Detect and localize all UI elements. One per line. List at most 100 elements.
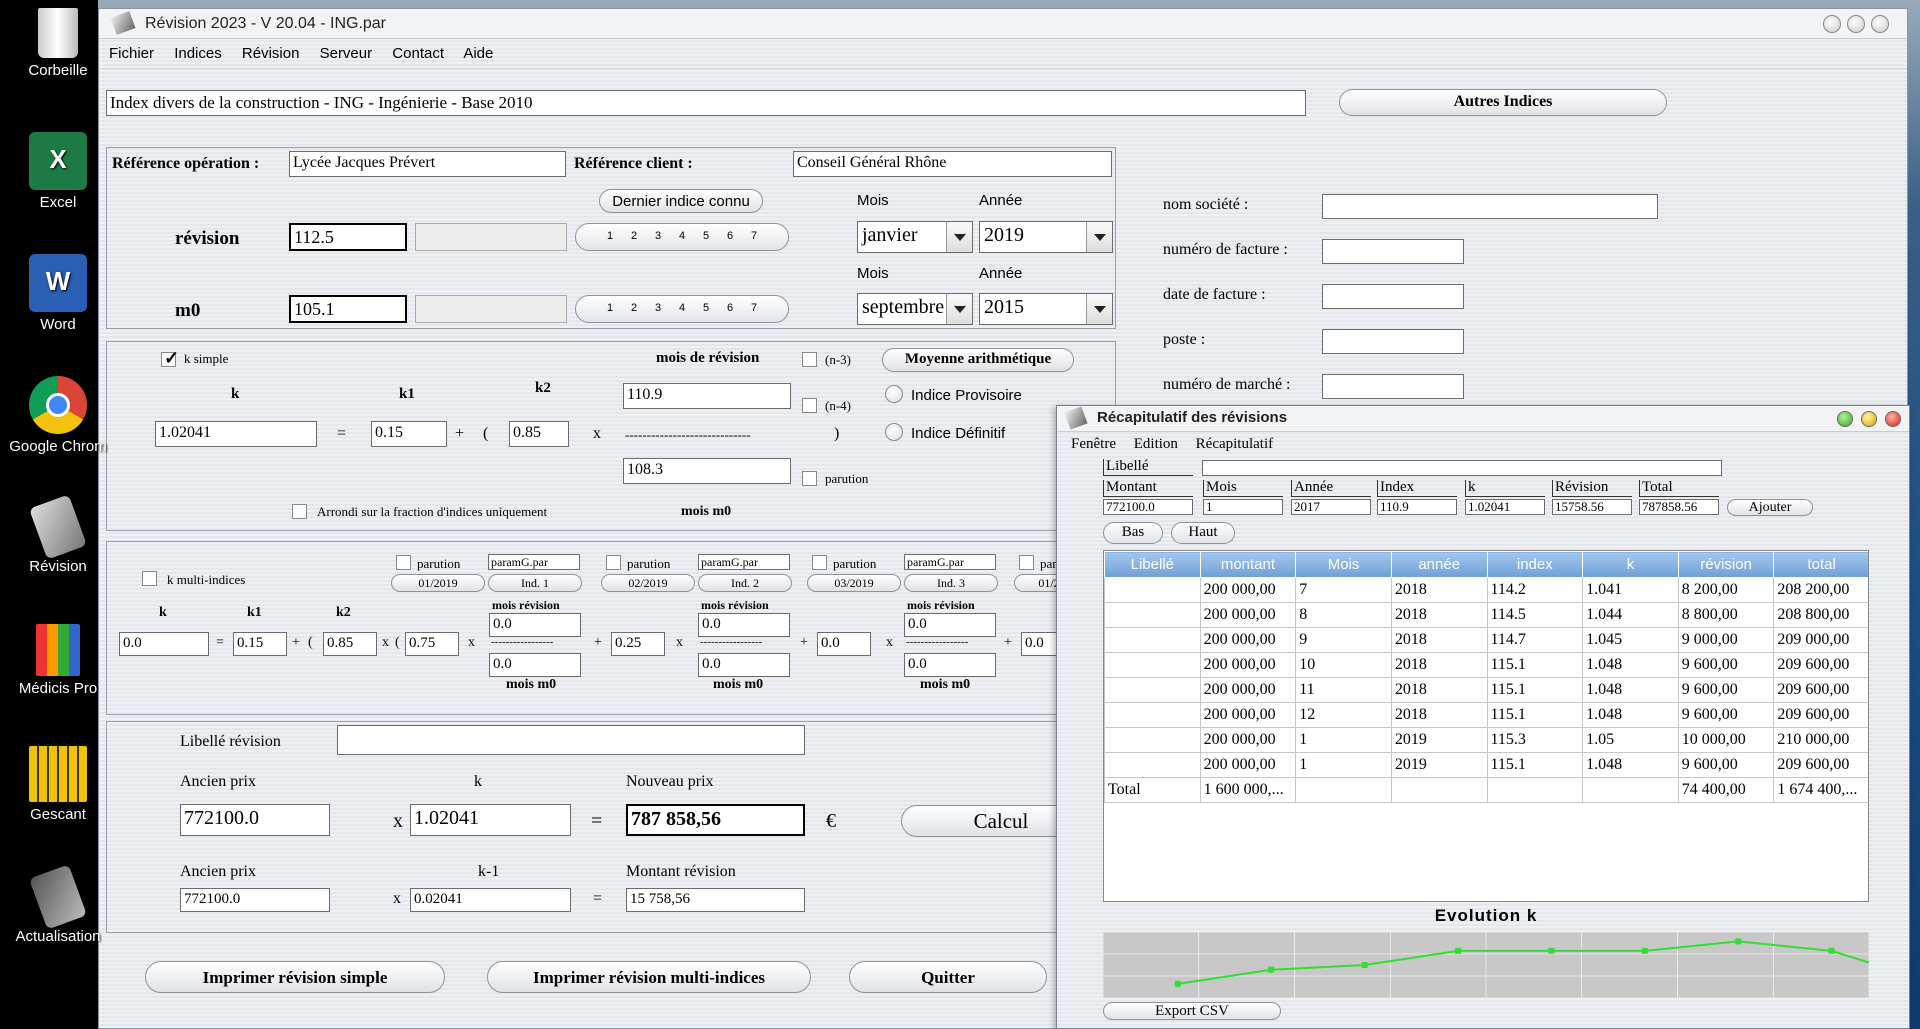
entry-annee-input[interactable]: 2017	[1291, 499, 1371, 515]
parution-2-checkbox[interactable]	[606, 555, 621, 570]
ancien-prix-input[interactable]: 772100.0	[180, 804, 330, 836]
date-1-button[interactable]: 01/2019	[391, 574, 485, 592]
desktop-icon-chrome[interactable]: Google Chrom	[0, 376, 118, 455]
dernier-indice-button[interactable]: Dernier indice connu	[599, 189, 763, 213]
multi-rev-2-input[interactable]: 0.0	[698, 613, 790, 637]
chevron-down-icon[interactable]	[1086, 222, 1112, 252]
recap-minimize-button[interactable]	[1837, 411, 1853, 427]
digit-7[interactable]: 7	[746, 227, 762, 247]
digit-3[interactable]: 3	[650, 299, 666, 319]
index-revision-input[interactable]: 110.9	[623, 383, 791, 409]
param-1-field[interactable]: paramG.par	[488, 554, 580, 570]
haut-button[interactable]: Haut	[1171, 522, 1235, 544]
k2-input[interactable]: 0.85	[509, 421, 569, 447]
chevron-down-icon[interactable]	[1086, 294, 1112, 324]
entry-total-input[interactable]: 787858.56	[1639, 499, 1719, 515]
libelle-revision-input[interactable]	[337, 725, 805, 755]
multi-c2-input[interactable]: 0.25	[611, 632, 665, 656]
recap-menu-fenetre[interactable]: Fenêtre	[1071, 436, 1116, 452]
recap-maximize-button[interactable]	[1861, 411, 1877, 427]
export-csv-button[interactable]: Export CSV	[1103, 1002, 1281, 1020]
col-mois[interactable]: Mois	[1295, 551, 1392, 578]
multi-m0-1-input[interactable]: 0.0	[489, 653, 581, 677]
col-annee[interactable]: année	[1390, 551, 1488, 578]
multi-c1-input[interactable]: 0.75	[405, 632, 459, 656]
digit-6[interactable]: 6	[722, 227, 738, 247]
n3-checkbox[interactable]	[802, 352, 817, 367]
table-row[interactable]: 200 000,00 8 2018 114.5 1.044 8 800,00 208 800…	[1104, 602, 1868, 628]
desktop-icon-revision[interactable]: Révision	[0, 494, 118, 575]
recap-close-button[interactable]	[1885, 411, 1901, 427]
m0-index-input[interactable]: 105.1	[289, 295, 407, 323]
digit-6[interactable]: 6	[722, 299, 738, 319]
digit-3[interactable]: 3	[650, 227, 666, 247]
k1-input[interactable]: 0.15	[371, 421, 447, 447]
multi-k-input[interactable]: 0.0	[119, 632, 209, 656]
ind-1-button[interactable]: Ind. 1	[488, 574, 582, 592]
desktop-icon-actualisation[interactable]: Actualisation	[0, 864, 118, 945]
desktop-icon-gescant[interactable]: Gescant	[0, 746, 118, 823]
entry-index-input[interactable]: 110.9	[1377, 499, 1457, 515]
quitter-button[interactable]: Quitter	[849, 961, 1047, 993]
digit-1[interactable]: 1	[602, 299, 618, 319]
numero-facture-input[interactable]	[1322, 239, 1464, 264]
m0-mois-select[interactable]: septembre	[857, 293, 973, 325]
table-row[interactable]: 200 000,00 9 2018 114.7 1.045 9 000,00 209 000…	[1104, 627, 1868, 653]
desktop-icon-word[interactable]: W Word	[0, 254, 118, 333]
reference-client-input[interactable]: Conseil Général Rhône	[793, 151, 1112, 177]
k-simple-checkbox[interactable]: ✓	[161, 348, 179, 368]
entry-k-input[interactable]: 1.02041	[1465, 499, 1545, 515]
entry-montant-input[interactable]: 772100.0	[1103, 499, 1193, 515]
col-k[interactable]: k	[1582, 551, 1679, 578]
m0-digit-selector[interactable]: 1234567	[575, 295, 789, 323]
minimize-button[interactable]	[1823, 15, 1841, 33]
digit-2[interactable]: 2	[626, 227, 642, 247]
digit-4[interactable]: 4	[674, 227, 690, 247]
multi-k2-input[interactable]: 0.85	[323, 632, 377, 656]
ind-2-button[interactable]: Ind. 2	[698, 574, 792, 592]
maximize-button[interactable]	[1847, 15, 1865, 33]
digit-4[interactable]: 4	[674, 299, 690, 319]
poste-input[interactable]	[1322, 329, 1464, 354]
menu-contact[interactable]: Contact	[392, 45, 444, 62]
parution-checkbox[interactable]	[802, 471, 817, 486]
table-row[interactable]: 200 000,00 1 2019 115.1 1.048 9 600,00 209 600…	[1104, 752, 1868, 778]
param-2-field[interactable]: paramG.par	[698, 554, 790, 570]
recap-menu-recapitulatif[interactable]: Récapitulatif	[1196, 436, 1273, 452]
recap-menu-edition[interactable]: Edition	[1134, 436, 1178, 452]
revision-digit-selector[interactable]: 1234567	[575, 223, 789, 251]
chevron-down-icon[interactable]	[946, 294, 972, 324]
digit-1[interactable]: 1	[602, 227, 618, 247]
table-row[interactable]: 200 000,00 12 2018 115.1 1.048 9 600,00 209 60…	[1104, 702, 1868, 728]
k-multi-checkbox[interactable]	[142, 571, 157, 586]
multi-m0-3-input[interactable]: 0.0	[904, 653, 996, 677]
imprimer-simple-button[interactable]: Imprimer révision simple	[145, 961, 445, 993]
parution-1-checkbox[interactable]	[396, 555, 411, 570]
autres-indices-button[interactable]: Autres Indices	[1339, 89, 1667, 116]
entry-revision-input[interactable]: 15758.56	[1552, 499, 1632, 515]
numero-marche-input[interactable]	[1322, 374, 1464, 399]
desktop-icon-medicis[interactable]: Médicis Pro	[0, 624, 118, 697]
col-total[interactable]: total	[1773, 551, 1868, 578]
table-row[interactable]: 200 000,00 1 2019 115.3 1.05 10 000,00 210 000…	[1104, 727, 1868, 753]
desktop-icon-corbeille[interactable]: Corbeille	[0, 8, 118, 79]
close-button[interactable]	[1871, 15, 1889, 33]
reference-operation-input[interactable]: Lycée Jacques Prévert	[289, 151, 566, 177]
entry-mois-input[interactable]: 1	[1203, 499, 1283, 515]
n4-checkbox[interactable]	[802, 398, 817, 413]
ajouter-button[interactable]: Ajouter	[1727, 499, 1813, 516]
k-minus-1-input[interactable]: 0.02041	[410, 888, 571, 912]
menu-serveur[interactable]: Serveur	[320, 45, 373, 62]
bas-button[interactable]: Bas	[1103, 522, 1163, 544]
index-m0-input[interactable]: 108.3	[623, 458, 791, 484]
multi-rev-3-input[interactable]: 0.0	[904, 613, 996, 637]
menu-aide[interactable]: Aide	[463, 45, 493, 62]
parution-4-checkbox[interactable]	[1019, 555, 1034, 570]
multi-k1-input[interactable]: 0.15	[233, 632, 287, 656]
revision-annee-select[interactable]: 2019	[979, 221, 1113, 253]
revision-index-input[interactable]: 112.5	[289, 223, 407, 251]
table-row[interactable]: 200 000,00 11 2018 115.1 1.048 9 600,00 209 60…	[1104, 677, 1868, 703]
k-input[interactable]: 1.02041	[155, 421, 317, 447]
nom-societe-input[interactable]	[1322, 194, 1658, 219]
param-3-field[interactable]: paramG.par	[904, 554, 996, 570]
